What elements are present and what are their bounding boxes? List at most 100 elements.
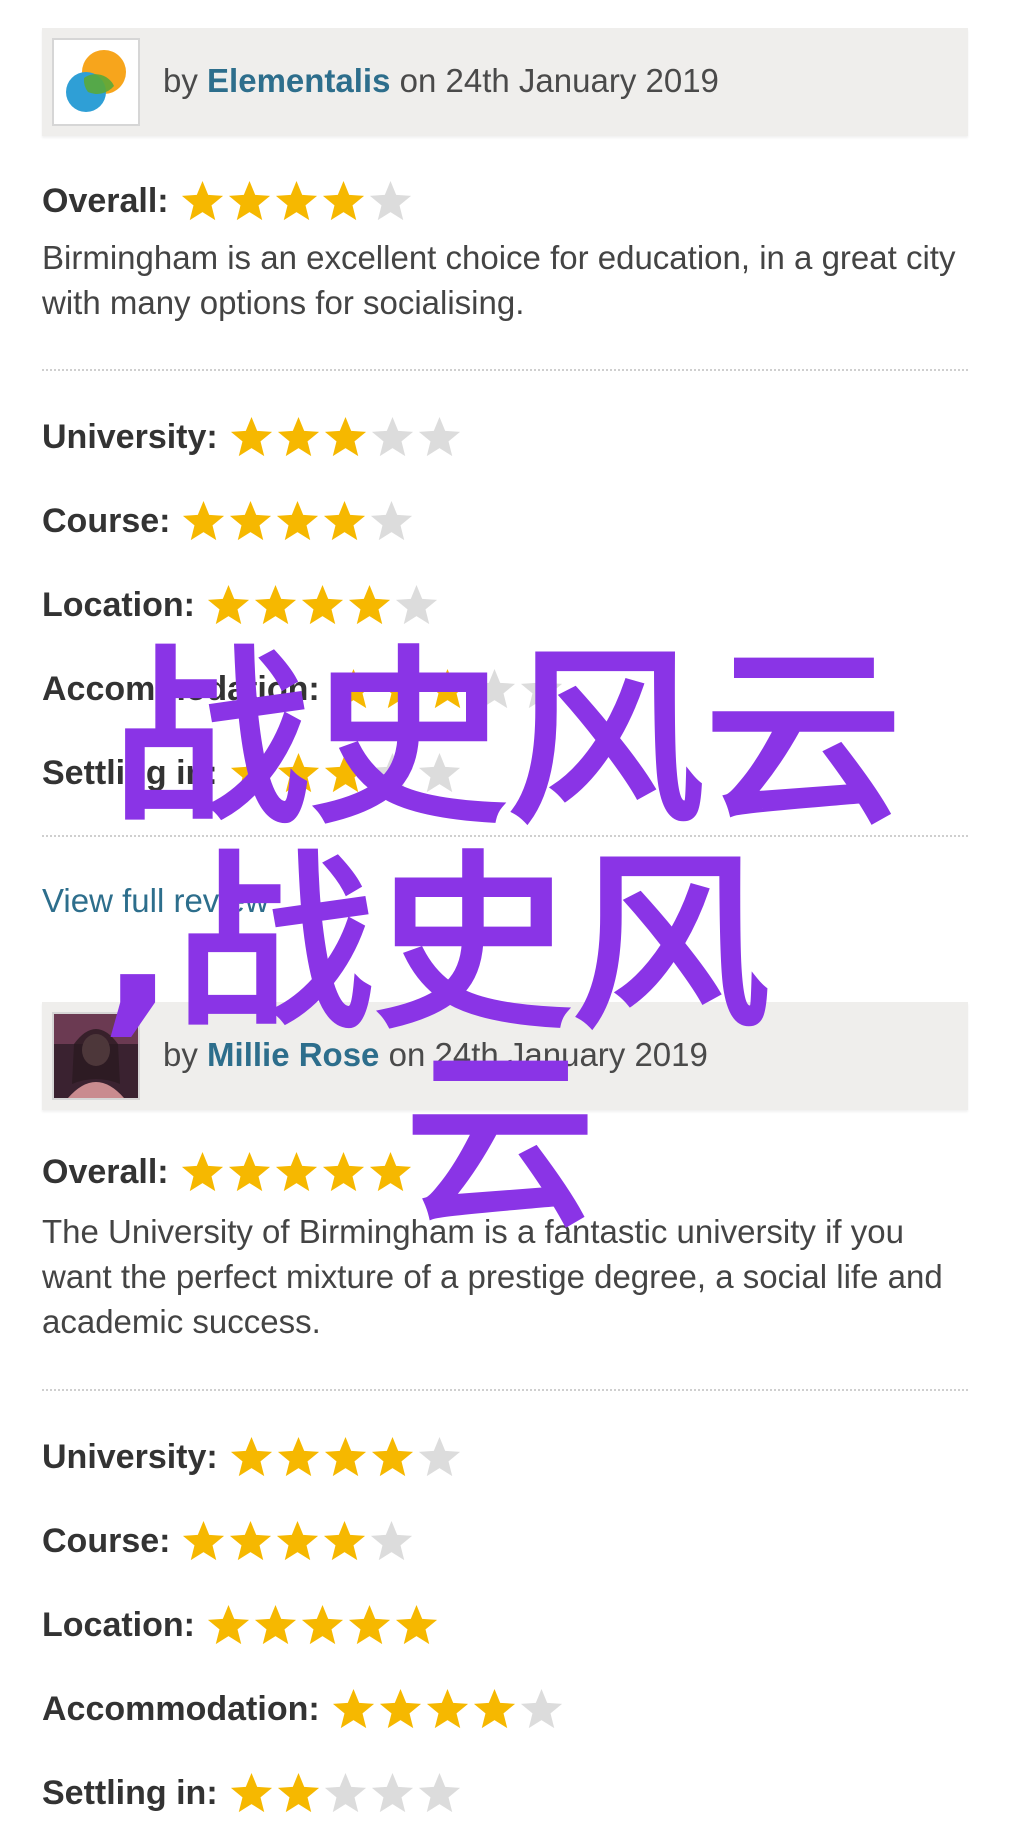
star-filled-icon (348, 584, 391, 624)
star-filled-icon (301, 584, 344, 624)
rating-course: Course: (42, 496, 415, 546)
star-filled-icon (230, 1772, 272, 1812)
star-filled-icon (369, 1151, 411, 1191)
star-filled-icon (183, 500, 225, 540)
star-empty-icon (395, 584, 438, 624)
rating-label: Overall: (42, 181, 169, 220)
star-filled-icon (275, 1151, 317, 1191)
author-link[interactable]: Millie Rose (207, 1036, 379, 1073)
star-filled-icon (228, 1151, 270, 1191)
review-date: 24th January 2019 (434, 1036, 708, 1073)
star-filled-icon (277, 1772, 319, 1812)
star-rating (228, 414, 463, 461)
star-filled-icon (371, 1436, 413, 1476)
review-text: The University of Birmingham is a fantas… (42, 1213, 943, 1340)
review-header: by Elementalis on 24th January 2019 (42, 28, 968, 136)
divider (42, 369, 968, 371)
rating-label: Location: (42, 585, 195, 624)
watermark-text-line1: 战史风云 (112, 629, 902, 850)
review-card: by Millie Rose on 24th January 2019 Over… (42, 1002, 968, 1812)
star-empty-icon (520, 1688, 562, 1728)
rating-label: Accommodation: (42, 1689, 320, 1728)
star-rating (205, 1602, 440, 1649)
overall-rating: Overall: (42, 1147, 414, 1197)
star-empty-icon (418, 416, 460, 456)
star-empty-icon (371, 500, 413, 540)
star-filled-icon (207, 584, 250, 624)
avatar[interactable] (52, 1012, 140, 1100)
star-empty-icon (418, 1772, 460, 1812)
star-filled-icon (181, 1151, 223, 1191)
on-label: on (399, 62, 437, 99)
star-empty-icon (324, 1772, 366, 1812)
review-text: Birmingham is an excellent choice for ed… (42, 239, 956, 321)
star-filled-icon (230, 752, 272, 792)
star-empty-icon (418, 752, 460, 792)
star-filled-icon (426, 668, 468, 708)
star-filled-icon (230, 1520, 272, 1560)
divider (42, 835, 968, 837)
star-filled-icon (322, 180, 364, 220)
review-header: by Millie Rose on 24th January 2019 (42, 1002, 968, 1110)
star-filled-icon (230, 1436, 272, 1476)
rating-location: Location: (42, 580, 440, 630)
rating-label: Settling in: (42, 753, 218, 792)
star-filled-icon (277, 1520, 319, 1560)
star-rating (180, 498, 415, 545)
star-filled-icon (230, 416, 272, 456)
star-filled-icon (426, 1688, 468, 1728)
star-filled-icon (183, 1520, 225, 1560)
rating-label: Course: (42, 1521, 171, 1560)
rating-course: Course: (42, 1516, 415, 1566)
star-empty-icon (520, 668, 562, 708)
star-filled-icon (395, 1604, 438, 1644)
star-rating (179, 1149, 414, 1196)
star-filled-icon (181, 180, 223, 220)
review-date: 24th January 2019 (445, 62, 719, 99)
star-filled-icon (322, 1151, 364, 1191)
star-filled-icon (228, 180, 270, 220)
star-filled-icon (348, 1604, 391, 1644)
star-filled-icon (324, 500, 366, 540)
byline: by Millie Rose on 24th January 2019 (163, 1036, 708, 1074)
user-photo-avatar-icon (54, 1014, 138, 1098)
review-card: by Elementalis on 24th January 2019 Over… (42, 28, 968, 919)
star-filled-icon (379, 668, 421, 708)
rating-label: Settling in: (42, 1773, 218, 1812)
star-filled-icon (332, 668, 374, 708)
view-full-review-link[interactable]: View full review (42, 882, 269, 920)
rating-label: University: (42, 417, 218, 456)
by-label: by (163, 1036, 198, 1073)
star-filled-icon (277, 1436, 319, 1476)
star-rating (330, 1686, 565, 1733)
by-label: by (163, 62, 198, 99)
rating-label: Overall: (42, 1152, 169, 1191)
rating-location: Location: (42, 1600, 440, 1650)
colored-circles-logo-icon (66, 50, 126, 112)
star-filled-icon (332, 1688, 374, 1728)
rating-label: Location: (42, 1605, 195, 1644)
star-rating (228, 750, 463, 797)
star-filled-icon (230, 500, 272, 540)
star-empty-icon (418, 1436, 460, 1476)
avatar[interactable] (52, 38, 140, 126)
star-filled-icon (207, 1604, 250, 1644)
star-filled-icon (324, 1436, 366, 1476)
star-filled-icon (324, 752, 366, 792)
star-empty-icon (371, 1772, 413, 1812)
rating-settling-in: Settling in: (42, 1768, 463, 1818)
star-filled-icon (473, 1688, 515, 1728)
rating-accommodation: Accommodation: (42, 1684, 565, 1734)
star-rating (330, 666, 565, 713)
rating-university: University: (42, 412, 463, 462)
rating-label: University: (42, 1437, 218, 1476)
author-link[interactable]: Elementalis (207, 62, 390, 99)
star-empty-icon (371, 416, 413, 456)
byline: by Elementalis on 24th January 2019 (163, 62, 719, 100)
star-filled-icon (277, 416, 319, 456)
divider (42, 1389, 968, 1391)
star-filled-icon (301, 1604, 344, 1644)
star-filled-icon (275, 180, 317, 220)
on-label: on (388, 1036, 426, 1073)
star-empty-icon (371, 752, 413, 792)
